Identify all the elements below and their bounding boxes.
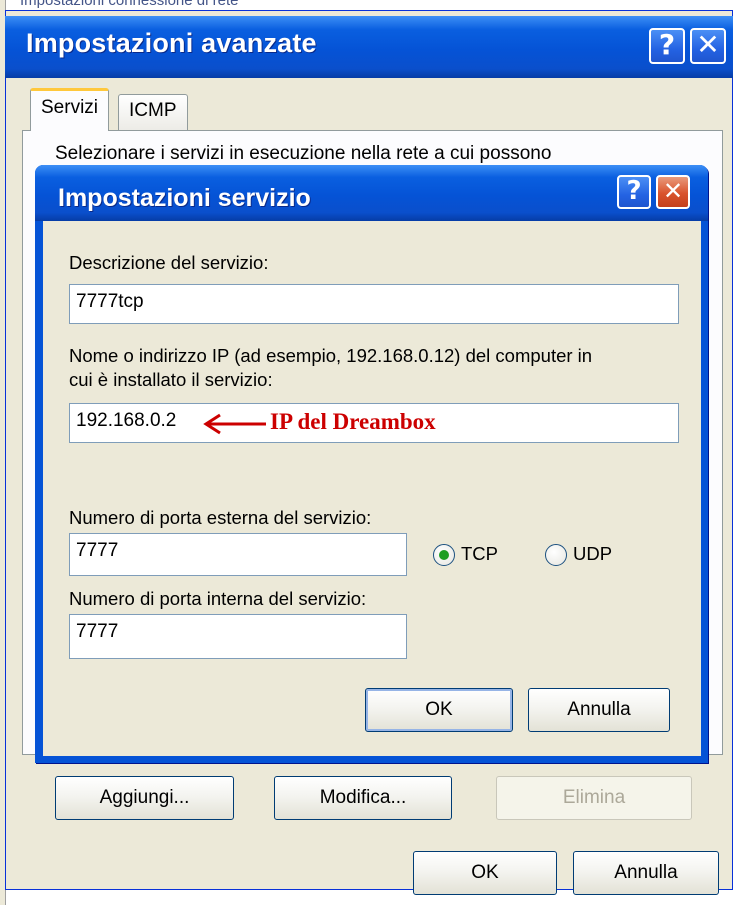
external-port-label: Numero di porta esterna del servizio: xyxy=(69,507,372,528)
service-cancel-button[interactable]: Annulla xyxy=(528,688,670,732)
ok-button[interactable]: OK xyxy=(413,851,557,895)
add-service-button[interactable]: Aggiungi... xyxy=(55,776,234,820)
radio-udp[interactable] xyxy=(545,544,567,566)
help-icon[interactable]: ? xyxy=(617,175,651,209)
advanced-settings-title: Impostazioni avanzate xyxy=(26,28,317,58)
cancel-button[interactable]: Annulla xyxy=(573,851,719,895)
radio-tcp[interactable] xyxy=(433,544,455,566)
edit-service-button[interactable]: Modifica... xyxy=(274,776,452,820)
host-label-line1: Nome o indirizzo IP (ad esempio, 192.168… xyxy=(69,345,593,366)
service-ok-button[interactable]: OK xyxy=(365,688,513,732)
annotation-arrow-icon xyxy=(203,413,266,435)
internal-port-label: Numero di porta interna del servizio: xyxy=(69,588,367,609)
host-label-line2: cui è installato il servizio: xyxy=(69,369,273,390)
description-field[interactable]: 7777tcp xyxy=(69,284,679,324)
delete-service-button: Elimina xyxy=(496,776,692,820)
service-settings-title: Impostazioni servizio xyxy=(58,184,311,212)
tab-servizi[interactable]: Servizi xyxy=(30,88,110,131)
background-window-title: Impostazioni connessione di rete xyxy=(20,0,239,9)
help-icon[interactable]: ? xyxy=(649,28,685,64)
description-label: Descrizione del servizio: xyxy=(69,252,269,273)
radio-udp-label[interactable]: UDP xyxy=(573,543,612,565)
external-port-field[interactable]: 7777 xyxy=(69,533,407,576)
services-instructions: Selezionare i servizi in esecuzione nell… xyxy=(55,143,552,164)
internal-port-field[interactable]: 7777 xyxy=(69,614,407,659)
close-icon[interactable]: ✕ xyxy=(656,175,690,209)
tab-icmp[interactable]: ICMP xyxy=(118,94,188,131)
close-icon[interactable]: ✕ xyxy=(690,28,726,64)
annotation-label: IP del Dreambox xyxy=(270,409,436,434)
radio-selected-dot xyxy=(439,550,449,560)
radio-tcp-label[interactable]: TCP xyxy=(461,543,498,565)
